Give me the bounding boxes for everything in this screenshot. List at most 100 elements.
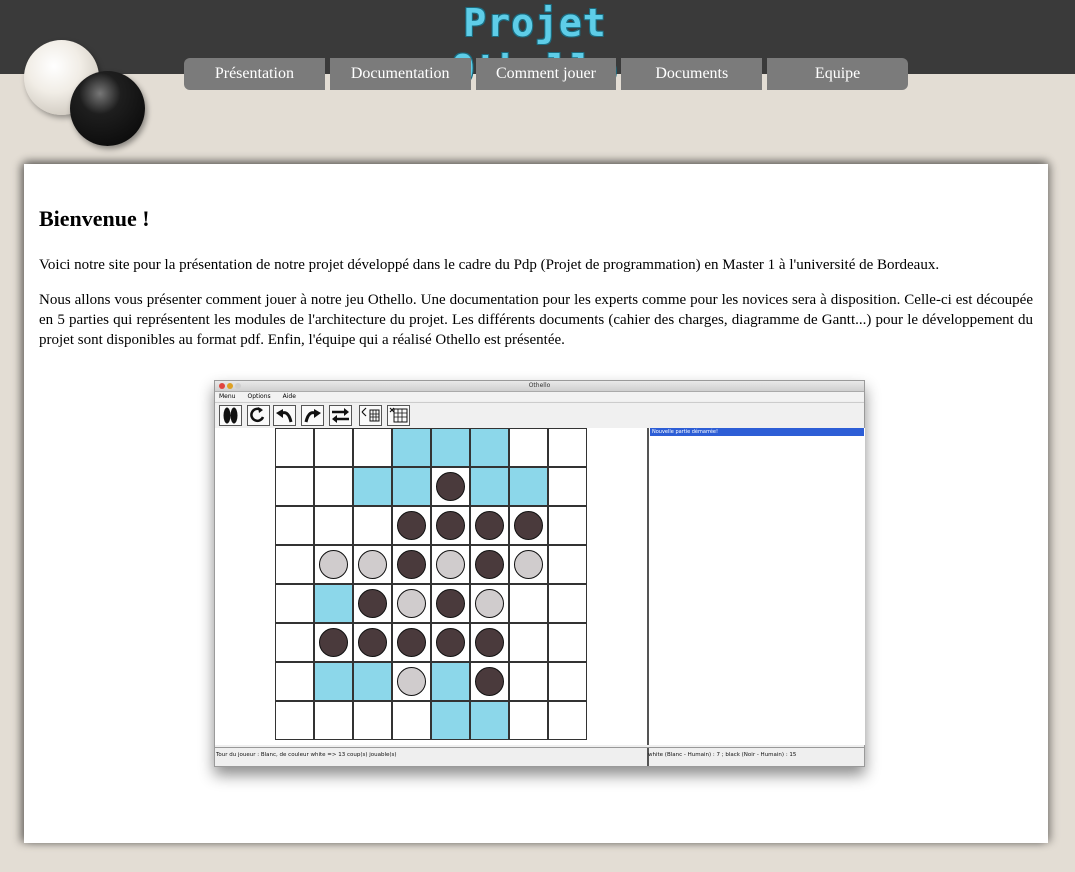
restart-icon — [247, 405, 270, 426]
board-cell — [431, 545, 470, 584]
nav-item-equipe[interactable]: Equipe — [767, 58, 908, 90]
board-cell — [314, 662, 353, 701]
board-cell — [353, 545, 392, 584]
board-cell — [275, 662, 314, 701]
nav-item-presentation[interactable]: Présentation — [184, 58, 325, 90]
board-cell — [548, 701, 587, 740]
content-panel: Bienvenue ! Voici notre site pour la pré… — [24, 164, 1048, 843]
board-cell — [548, 428, 587, 467]
white-disk — [397, 667, 426, 696]
nav-item-documents[interactable]: Documents — [621, 58, 763, 90]
white-disk — [319, 550, 348, 579]
board-cell — [470, 545, 509, 584]
othello-app-screenshot: Othello Menu Options Aide Nouvelle parti… — [214, 380, 865, 767]
board-cell — [509, 506, 548, 545]
board-cell — [548, 623, 587, 662]
board-cell — [548, 662, 587, 701]
board-cell — [392, 506, 431, 545]
score-status: white (Blanc - Humain) : 7 ; black (Noir… — [648, 752, 797, 758]
black-disk — [397, 550, 426, 579]
board-cell — [509, 467, 548, 506]
board-cell — [431, 584, 470, 623]
board-cell — [392, 662, 431, 701]
undo-icon — [273, 405, 296, 426]
board-cell — [470, 584, 509, 623]
board-cell — [353, 506, 392, 545]
board-cell — [548, 506, 587, 545]
board-cell — [353, 584, 392, 623]
log-panel: Nouvelle partie démarrée! — [647, 428, 865, 745]
board-cell — [314, 701, 353, 740]
nav-item-documentation[interactable]: Documentation — [329, 58, 471, 90]
app-statusbar: Tour du joueur : Blanc, de couleur white… — [215, 747, 864, 766]
board-cell — [314, 467, 353, 506]
board-cell — [353, 623, 392, 662]
board-cell — [314, 428, 353, 467]
board-cell — [431, 428, 470, 467]
board-cell — [314, 506, 353, 545]
black-disk — [436, 511, 465, 540]
board-cell — [275, 506, 314, 545]
black-disk — [436, 472, 465, 501]
app-menubar: Menu Options Aide — [215, 392, 864, 401]
board-cell — [353, 701, 392, 740]
board-cell — [275, 623, 314, 662]
turn-status: Tour du joueur : Blanc, de couleur white… — [216, 752, 397, 758]
main-nav: Présentation Documentation Comment jouer… — [184, 58, 908, 90]
board-cell — [431, 506, 470, 545]
board-cell — [431, 701, 470, 740]
black-disk — [397, 628, 426, 657]
app-menu-menu: Menu — [219, 393, 236, 400]
board-cell — [392, 623, 431, 662]
app-menu-aide: Aide — [282, 393, 296, 400]
board-cell — [431, 623, 470, 662]
board-cell — [314, 545, 353, 584]
black-disk — [358, 628, 387, 657]
board-cell — [509, 662, 548, 701]
black-disk — [358, 589, 387, 618]
othello-board — [275, 428, 587, 740]
board-cell — [353, 428, 392, 467]
black-disk — [319, 628, 348, 657]
black-disk — [475, 550, 504, 579]
grid-icon — [387, 405, 410, 426]
board-cell — [275, 701, 314, 740]
board-cell — [509, 701, 548, 740]
black-disk — [475, 628, 504, 657]
black-disk — [514, 511, 543, 540]
board-cell — [275, 545, 314, 584]
black-disk — [436, 628, 465, 657]
swap-icon — [329, 405, 352, 426]
black-disk — [397, 511, 426, 540]
logo-black-disk-icon — [70, 71, 145, 146]
board-area — [215, 428, 647, 745]
intro-paragraph: Voici notre site pour la présentation de… — [39, 257, 940, 273]
black-disk — [436, 589, 465, 618]
board-cell — [353, 467, 392, 506]
board-cell — [470, 623, 509, 662]
board-cell — [392, 428, 431, 467]
board-cell — [431, 662, 470, 701]
board-cell — [353, 662, 392, 701]
board-cell — [509, 545, 548, 584]
board-cell — [548, 584, 587, 623]
board-cell — [275, 467, 314, 506]
white-disk — [436, 550, 465, 579]
board-cell — [470, 662, 509, 701]
board-cell — [470, 506, 509, 545]
app-titlebar: Othello — [215, 381, 864, 392]
board-cell — [275, 584, 314, 623]
board-cell — [392, 701, 431, 740]
description-paragraph: Nous allons vous présenter comment jouer… — [39, 292, 1033, 348]
board-cell — [509, 584, 548, 623]
nav-item-comment-jouer[interactable]: Comment jouer — [475, 58, 617, 90]
white-disk — [397, 589, 426, 618]
white-disk — [514, 550, 543, 579]
board-cell — [470, 428, 509, 467]
board-cell — [509, 623, 548, 662]
white-disk — [475, 589, 504, 618]
board-cell — [470, 701, 509, 740]
board-cell — [392, 584, 431, 623]
site-title[interactable]: Projet Othello — [370, 0, 700, 91]
board-cell — [392, 467, 431, 506]
